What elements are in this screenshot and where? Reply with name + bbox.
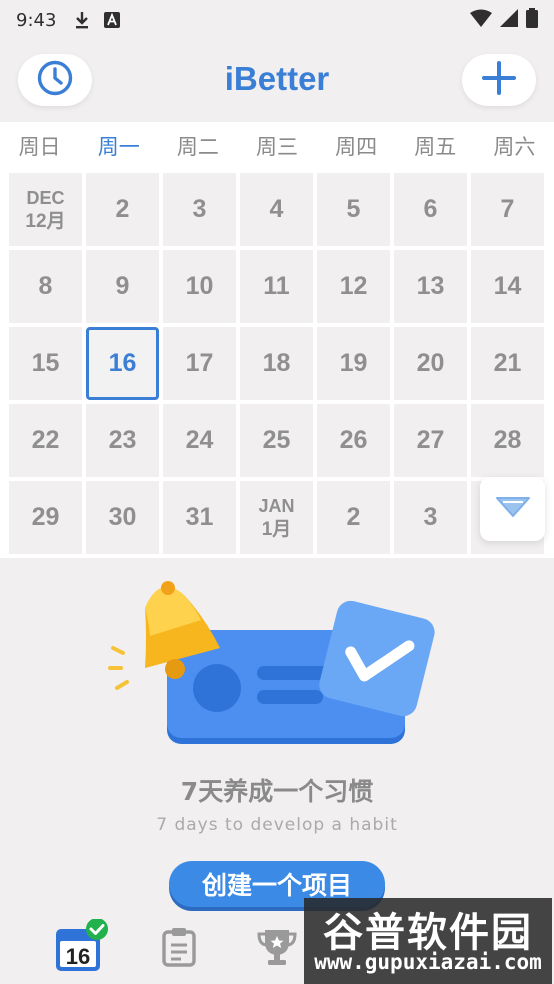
weekday-label: 周三 bbox=[255, 135, 298, 159]
status-time: 9:43 bbox=[16, 9, 57, 31]
calendar-day[interactable]: 3 bbox=[163, 173, 236, 246]
calendar-day[interactable]: 20 bbox=[394, 327, 467, 400]
calendar-month-cell[interactable]: JAN 1月 bbox=[240, 481, 313, 554]
calendar-day[interactable]: 6 bbox=[394, 173, 467, 246]
calendar-day[interactable]: 17 bbox=[163, 327, 236, 400]
clipboard-icon bbox=[161, 927, 197, 971]
trophy-icon bbox=[257, 928, 297, 970]
triangle-down-icon bbox=[495, 495, 531, 523]
calendar-day[interactable]: 2 bbox=[86, 173, 159, 246]
calendar-day[interactable]: 18 bbox=[240, 327, 313, 400]
watermark: 谷普软件园 www.gupuxiazai.com bbox=[304, 898, 552, 984]
calendar-day[interactable]: 4 bbox=[240, 173, 313, 246]
calendar-day[interactable]: 19 bbox=[317, 327, 390, 400]
weekday-label: 周二 bbox=[176, 135, 219, 159]
signal-icon bbox=[500, 8, 518, 32]
calendar-day[interactable]: 28 bbox=[471, 404, 544, 477]
empty-state-subtitle: 7 days to develop a habit bbox=[156, 815, 398, 835]
calendar-day[interactable]: 9 bbox=[86, 250, 159, 323]
weekday-label: 周五 bbox=[414, 135, 457, 159]
add-button[interactable] bbox=[462, 54, 536, 106]
app-notification-icon bbox=[104, 12, 121, 28]
plus-icon bbox=[481, 60, 517, 100]
empty-state-illustration bbox=[105, 578, 445, 753]
calendar-day[interactable]: 12 bbox=[317, 250, 390, 323]
calendar-day-today[interactable]: 16 bbox=[86, 327, 159, 400]
status-bar: 9:43 bbox=[0, 0, 554, 40]
calendar-day[interactable]: 10 bbox=[163, 250, 236, 323]
calendar-day[interactable]: 2 bbox=[317, 481, 390, 554]
calendar-check-icon: 16 bbox=[53, 918, 109, 979]
calendar-day[interactable]: 13 bbox=[394, 250, 467, 323]
calendar-day[interactable]: 21 bbox=[471, 327, 544, 400]
calendar-day[interactable]: 29 bbox=[9, 481, 82, 554]
calendar-day[interactable]: 30 bbox=[86, 481, 159, 554]
wifi-icon bbox=[470, 9, 492, 32]
weekday-label: 周四 bbox=[335, 135, 378, 159]
calendar-day[interactable]: 25 bbox=[240, 404, 313, 477]
calendar-day[interactable]: 22 bbox=[9, 404, 82, 477]
empty-state-title: 7天养成一个习惯 bbox=[180, 777, 374, 806]
tab-calendar[interactable]: 16 bbox=[56, 918, 108, 974]
month-abbr: DEC bbox=[26, 187, 65, 208]
weekday-label: 周日 bbox=[18, 135, 61, 159]
calendar-day[interactable]: 26 bbox=[317, 404, 390, 477]
header: iBetter bbox=[0, 52, 554, 110]
calendar-day[interactable]: 14 bbox=[471, 250, 544, 323]
month-label: 12月 bbox=[25, 210, 66, 232]
calendar-day[interactable]: 8 bbox=[9, 250, 82, 323]
month-abbr: JAN bbox=[258, 495, 295, 516]
calendar-day[interactable]: 31 bbox=[163, 481, 236, 554]
calendar-day[interactable]: 3 bbox=[394, 481, 467, 554]
calendar-day[interactable]: 27 bbox=[394, 404, 467, 477]
battery-icon bbox=[526, 7, 538, 33]
watermark-url: www.gupuxiazai.com bbox=[314, 950, 542, 974]
calendar-day[interactable]: 11 bbox=[240, 250, 313, 323]
calendar-day[interactable]: 5 bbox=[317, 173, 390, 246]
collapse-calendar-button[interactable] bbox=[480, 477, 545, 541]
calendar-day[interactable]: 7 bbox=[471, 173, 544, 246]
month-label: 1月 bbox=[261, 518, 292, 540]
weekday-label: 周一 bbox=[97, 135, 140, 159]
tab-tasks[interactable] bbox=[154, 924, 204, 974]
calendar-day[interactable]: 23 bbox=[86, 404, 159, 477]
calendar-grid: DEC 12月 2 3 4 5 6 7 8 9 10 11 12 13 14 15 16 17 18 19 20 21 22… bbox=[0, 170, 554, 558]
calendar-day[interactable]: 15 bbox=[9, 327, 82, 400]
calendar-month-cell[interactable]: DEC 12月 bbox=[9, 173, 82, 246]
weekday-label: 周六 bbox=[493, 135, 536, 159]
calendar-day-number: 16 bbox=[66, 944, 90, 969]
weekday-header: 周日 周一 周二 周三 周四 周五 周六 bbox=[0, 122, 554, 170]
download-icon bbox=[74, 11, 90, 29]
calendar-day[interactable]: 24 bbox=[163, 404, 236, 477]
tab-achievements[interactable] bbox=[252, 924, 302, 974]
